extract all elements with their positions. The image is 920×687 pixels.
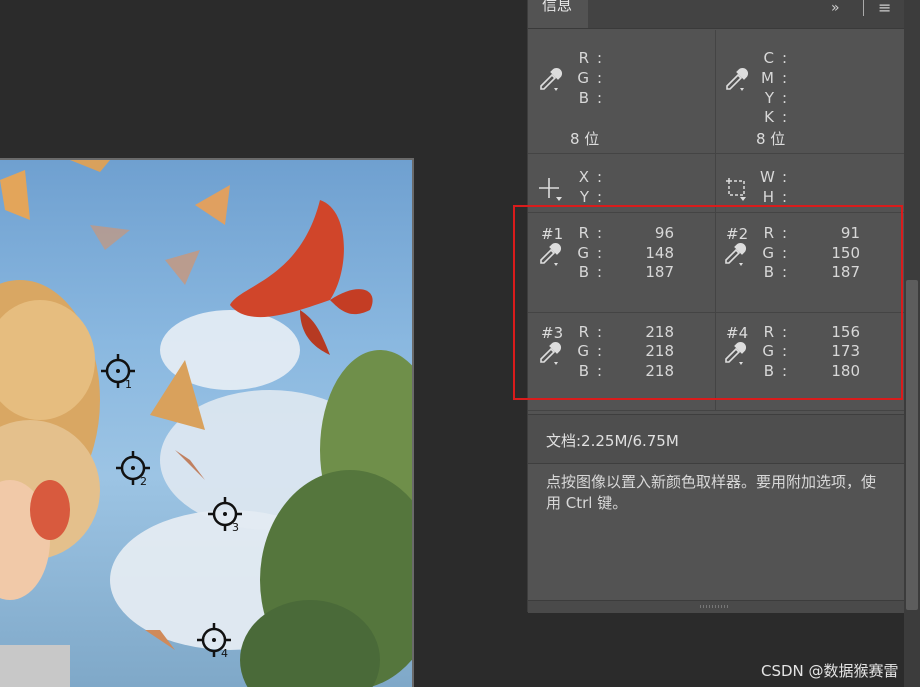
highlight-box: [513, 205, 903, 400]
row-divider: [528, 410, 905, 411]
colon: :: [597, 168, 603, 186]
svg-text:4: 4: [221, 647, 228, 660]
document-size: 文档:2.25M/6.75M: [546, 432, 679, 450]
cmyk-bit-depth: 8 位: [756, 130, 786, 148]
wh-label-w: W: [760, 168, 775, 186]
svg-text:1: 1: [125, 378, 132, 391]
document-info-bar: 文档:2.25M/6.75M: [528, 414, 905, 464]
collapse-panel-button[interactable]: »: [831, 0, 840, 16]
vertical-scrollbar[interactable]: [904, 0, 920, 687]
cmyk-label-y: Y: [764, 89, 774, 107]
colon: :: [597, 69, 603, 87]
watermark: CSDN @数据猴赛雷: [761, 662, 899, 680]
tab-info[interactable]: 信息: [528, 0, 588, 28]
scrollbar-thumb[interactable]: [906, 280, 918, 610]
colon: :: [782, 168, 788, 186]
colon: :: [597, 49, 603, 67]
document-image[interactable]: 1 2 3 4: [0, 158, 414, 687]
eyedropper-icon[interactable]: [538, 66, 564, 92]
cmyk-label-m: M: [761, 69, 774, 87]
rgb-label-r: R: [578, 49, 589, 67]
crosshair-icon: [539, 178, 562, 201]
row-divider: [528, 153, 905, 154]
colon: :: [597, 89, 603, 107]
svg-text:3: 3: [232, 521, 239, 534]
panel-resize-strip[interactable]: [528, 600, 905, 613]
colon: :: [782, 89, 788, 107]
cmyk-label-c: C: [763, 49, 774, 67]
panel-menu-button[interactable]: ≡: [878, 0, 891, 17]
colon: :: [782, 69, 788, 87]
rgb-label-g: G: [577, 69, 589, 87]
selection-size-icon: [726, 178, 746, 201]
resize-grip-icon[interactable]: [700, 605, 730, 608]
cmyk-label-k: K: [764, 108, 774, 126]
colon: :: [782, 49, 788, 67]
sampler-marker-4[interactable]: 4: [196, 622, 236, 662]
header-divider: [863, 0, 864, 16]
sampler-marker-2[interactable]: 2: [115, 450, 155, 490]
hint-text: 点按图像以置入新颜色取样器。要用附加选项，使用 Ctrl 键。: [546, 473, 877, 512]
sampler-marker-1[interactable]: 1: [100, 353, 140, 393]
svg-text:2: 2: [140, 475, 147, 488]
xy-label-x: X: [578, 168, 589, 186]
colon: :: [782, 108, 788, 126]
eyedropper-icon[interactable]: [724, 66, 750, 92]
rgb-label-b: B: [578, 89, 589, 107]
sampler-marker-3[interactable]: 3: [207, 496, 247, 536]
rgb-bit-depth: 8 位: [570, 130, 600, 148]
panel-header: 信息 » ≡: [528, 0, 905, 29]
